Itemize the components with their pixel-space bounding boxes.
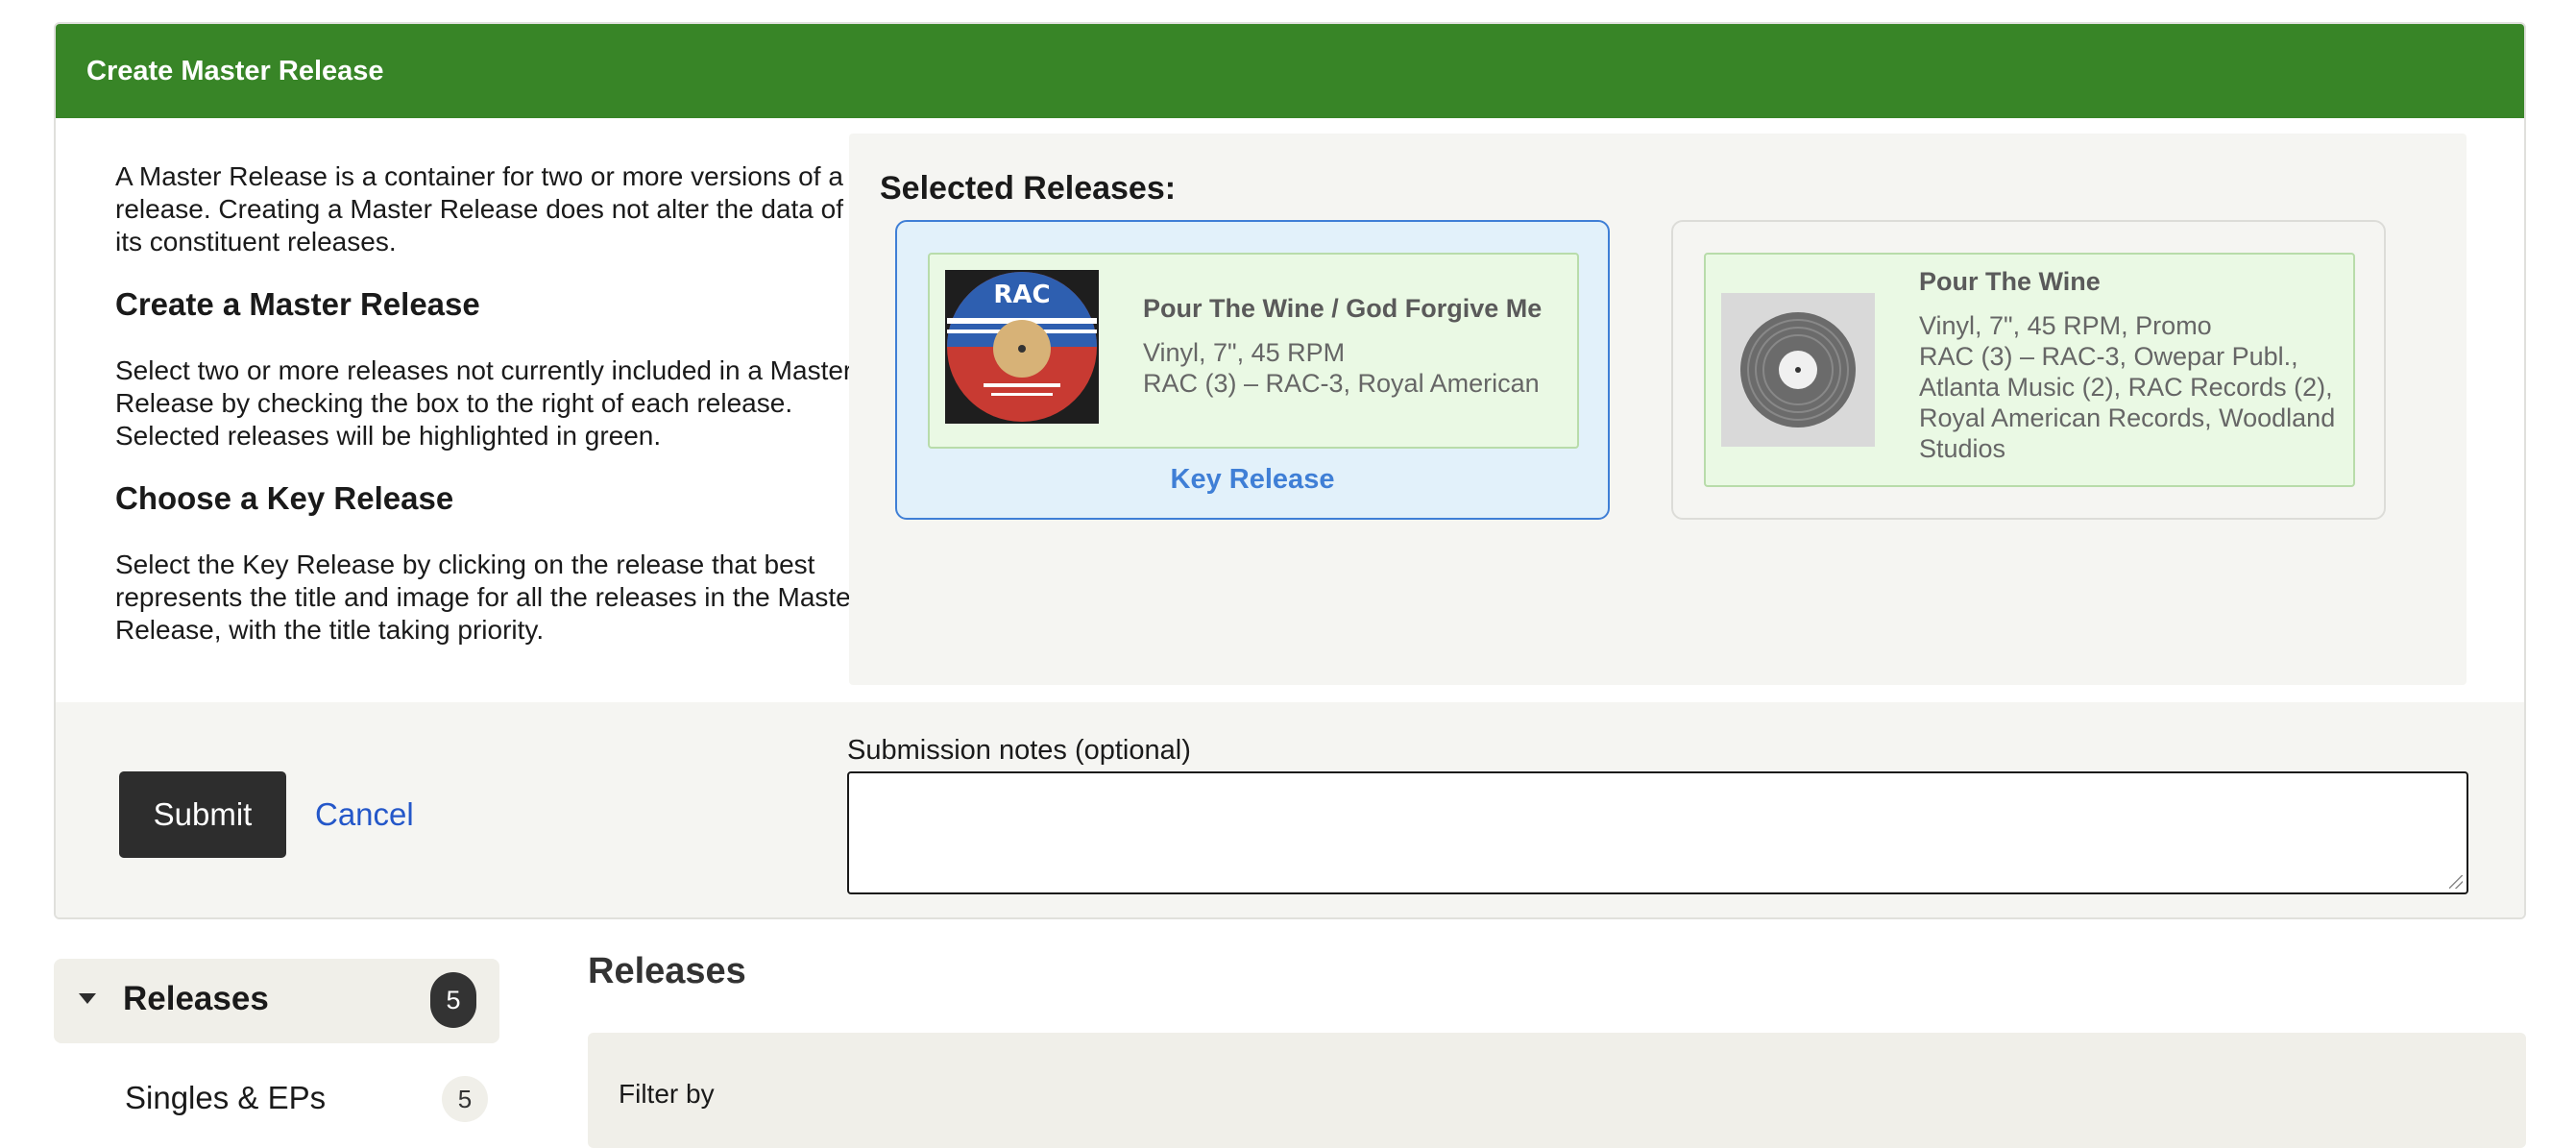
cancel-link[interactable]: Cancel [315,796,414,833]
release-card-inner: RAC Pour The Wine / God Forgive Me Vinyl… [928,253,1579,449]
create-master-release-panel: Create Master Release A Master Release i… [54,22,2526,919]
caret-down-icon [79,993,96,1004]
resize-handle-icon[interactable] [2449,875,2463,889]
key-release-instructions: Select the Key Release by clicking on th… [115,550,861,645]
sidebar-item-releases[interactable]: Releases 5 [54,959,499,1043]
release-label: RAC (3) – RAC-3, Owepar Publ., Atlanta M… [1919,342,2336,463]
release-title: Pour The Wine [1919,267,2101,296]
intro-section: A Master Release is a container for two … [115,160,874,673]
filter-panel: Filter by [588,1033,2526,1148]
create-heading: Create a Master Release [115,286,480,322]
release-card-inner: Pour The Wine Vinyl, 7", 45 RPM, Promo R… [1704,253,2355,487]
release-label: RAC (3) – RAC-3, Royal American [1143,369,1540,398]
release-format: Vinyl, 7", 45 RPM, Promo [1919,311,2212,340]
key-release-heading: Choose a Key Release [115,480,454,516]
release-format: Vinyl, 7", 45 RPM [1143,338,1346,367]
release-card-key[interactable]: RAC Pour The Wine / God Forgive Me Vinyl… [895,220,1610,520]
selected-releases-title: Selected Releases: [880,170,1177,207]
record-label-image: RAC [945,270,1099,424]
create-instructions: Select two or more releases not currentl… [115,355,853,451]
submission-notes-input[interactable] [847,771,2468,894]
releases-heading: Releases [588,951,746,991]
panel-header: Create Master Release [56,24,2524,118]
release-card[interactable]: Pour The Wine Vinyl, 7", 45 RPM, Promo R… [1671,220,2386,520]
sidebar-item-label: Releases [123,980,269,1017]
release-details: Pour The Wine Vinyl, 7", 45 RPM, Promo R… [1919,266,2351,464]
vinyl-placeholder-icon [1721,293,1875,447]
sidebar-item-singles-eps[interactable]: Singles & EPs [125,1080,326,1116]
submission-notes-label: Submission notes (optional) [847,735,1191,766]
key-release-label: Key Release [1170,464,1335,495]
panel-title: Create Master Release [86,55,384,86]
release-title: Pour The Wine / God Forgive Me [1143,294,1543,323]
svg-text:RAC: RAC [993,281,1050,309]
count-badge: 5 [430,972,476,1028]
selected-releases-area: Selected Releases: RAC Pour The Wine / G… [849,134,2467,685]
filter-label: Filter by [619,1079,715,1109]
form-actions: Submit Cancel Submission notes (optional… [56,702,2524,917]
release-details: Pour The Wine / God Forgive Me Vinyl, 7"… [1143,293,1566,399]
submit-button[interactable]: Submit [119,771,286,858]
intro-paragraph: A Master Release is a container for two … [115,161,843,256]
count-badge: 5 [442,1076,488,1122]
